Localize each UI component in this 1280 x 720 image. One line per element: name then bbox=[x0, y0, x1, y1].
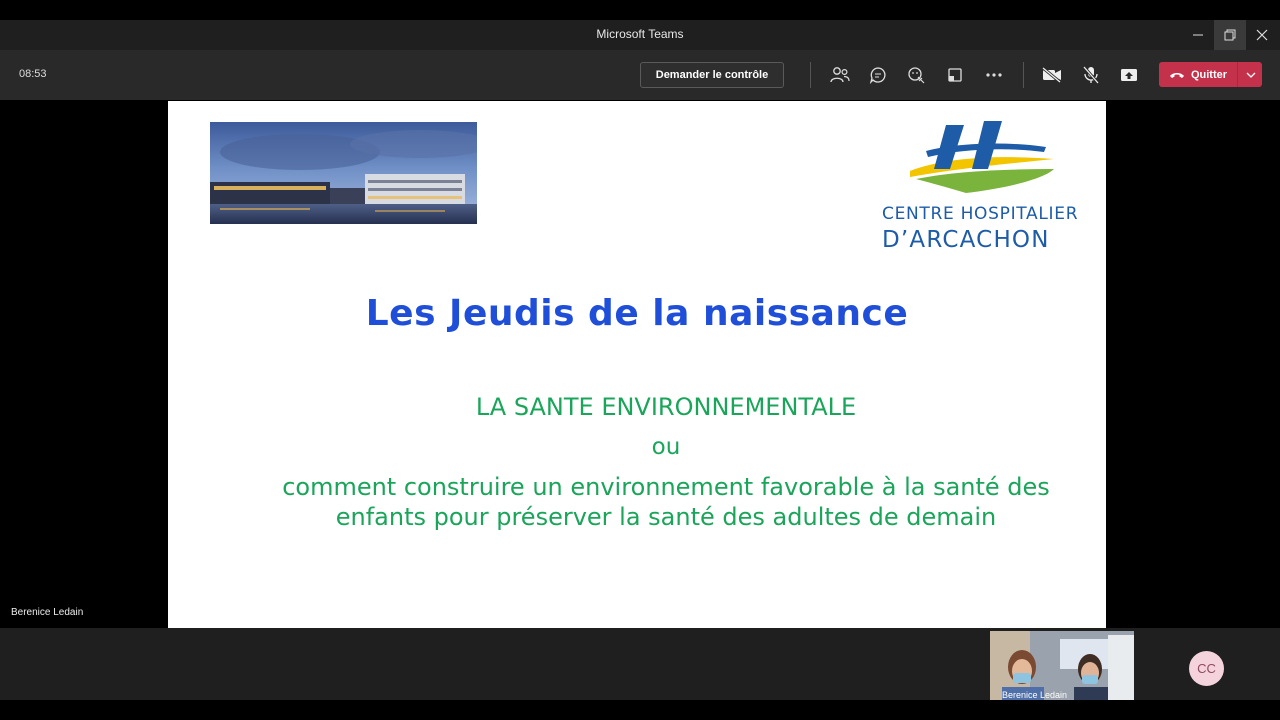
slide-connector: ou bbox=[651, 434, 681, 460]
toolbar-divider bbox=[1023, 62, 1024, 88]
window-title: Microsoft Teams bbox=[596, 27, 684, 41]
participant-video[interactable]: Berenice Ledain bbox=[990, 631, 1134, 700]
presenter-name: Berenice Ledain bbox=[11, 607, 84, 618]
more-icon[interactable] bbox=[982, 63, 1006, 87]
slide-subtitle: LA SANTE ENVIRONNEMENTALE bbox=[475, 393, 857, 421]
video-participant-name: Berenice Ledain bbox=[1002, 690, 1068, 700]
minimize-icon bbox=[1193, 34, 1203, 36]
hang-up-icon bbox=[1169, 72, 1184, 78]
quit-label: Quitter bbox=[1190, 68, 1228, 81]
reactions-icon[interactable] bbox=[904, 63, 928, 87]
close-button[interactable] bbox=[1246, 20, 1278, 50]
slide-title: Les Jeudis de la naissance bbox=[365, 293, 909, 334]
toolbar-divider bbox=[810, 62, 811, 88]
hospital-photo bbox=[210, 122, 477, 224]
slide-line1: comment construire un environnement favo… bbox=[282, 473, 1050, 501]
request-control-button[interactable]: Demander le contrôle bbox=[640, 62, 784, 88]
share-tray-icon[interactable] bbox=[943, 63, 967, 87]
leave-button-main[interactable]: Quitter bbox=[1159, 62, 1237, 87]
meeting-timer: 08:53 bbox=[19, 68, 47, 80]
mic-off-icon[interactable] bbox=[1079, 63, 1103, 87]
restore-button[interactable] bbox=[1214, 20, 1246, 50]
logo-line1: CENTRE HOSPITALIER bbox=[882, 204, 1079, 224]
leave-meeting-button[interactable]: Quitter bbox=[1159, 62, 1262, 87]
minimize-button[interactable] bbox=[1182, 20, 1214, 50]
restore-icon bbox=[1224, 29, 1236, 41]
title-bar: Microsoft Teams bbox=[0, 20, 1280, 50]
hospital-logo-icon bbox=[910, 121, 1054, 193]
close-icon bbox=[1256, 29, 1268, 41]
chevron-down-icon bbox=[1246, 72, 1255, 78]
logo-line2: D’ARCACHON bbox=[882, 227, 1050, 253]
people-icon[interactable] bbox=[828, 63, 852, 87]
chat-icon[interactable] bbox=[866, 63, 890, 87]
slide-line2: enfants pour préserver la santé des adul… bbox=[335, 503, 997, 531]
share-screen-icon[interactable] bbox=[1117, 63, 1141, 87]
leave-options-button[interactable] bbox=[1237, 62, 1263, 87]
participant-avatar[interactable]: CC bbox=[1189, 651, 1224, 686]
camera-off-icon[interactable] bbox=[1040, 63, 1064, 87]
meeting-toolbar: 08:53 Demander le contrôle Quitter bbox=[0, 50, 1280, 100]
shared-slide: CENTRE HOSPITALIER D’ARCACHON Les Jeudis… bbox=[168, 101, 1106, 628]
